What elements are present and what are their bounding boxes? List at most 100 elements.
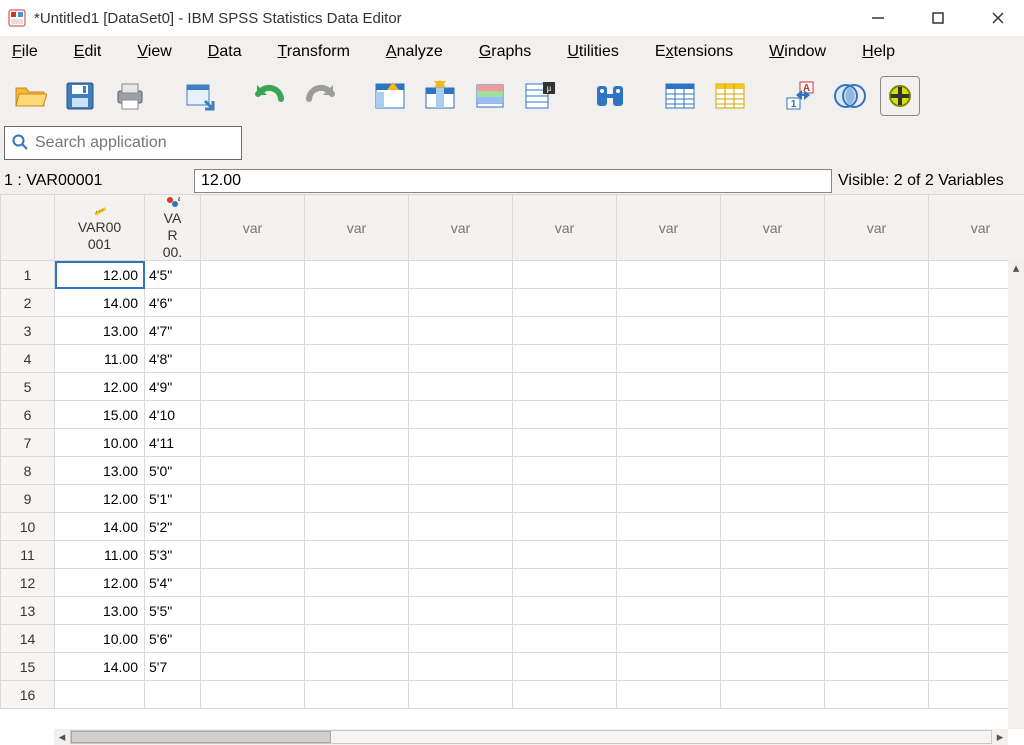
recall-dialog-button[interactable] <box>180 76 220 116</box>
empty-cell[interactable] <box>617 457 721 485</box>
row-number[interactable]: 4 <box>1 345 55 373</box>
empty-cell[interactable] <box>721 569 825 597</box>
empty-cell[interactable] <box>513 345 617 373</box>
column-header-var00001[interactable]: VAR00 001 <box>55 195 145 261</box>
empty-cell[interactable] <box>825 345 929 373</box>
empty-cell[interactable] <box>513 289 617 317</box>
cell-var00001[interactable]: 12.00 <box>55 261 145 289</box>
empty-cell[interactable] <box>305 373 409 401</box>
empty-cell[interactable] <box>305 401 409 429</box>
empty-cell[interactable] <box>617 289 721 317</box>
cell-var00[interactable]: 5'6" <box>145 625 201 653</box>
vertical-scrollbar[interactable]: ▴ <box>1008 260 1024 729</box>
empty-cell[interactable] <box>721 457 825 485</box>
empty-cell[interactable] <box>305 261 409 289</box>
empty-cell[interactable] <box>721 653 825 681</box>
empty-cell[interactable] <box>305 569 409 597</box>
value-labels-button[interactable]: A1 <box>780 76 820 116</box>
empty-cell[interactable] <box>721 401 825 429</box>
empty-cell[interactable] <box>305 457 409 485</box>
row-number[interactable]: 15 <box>1 653 55 681</box>
empty-cell[interactable] <box>617 597 721 625</box>
cell-var00001[interactable]: 12.00 <box>55 373 145 401</box>
empty-cell[interactable] <box>617 681 721 709</box>
empty-cell[interactable] <box>409 373 513 401</box>
empty-cell[interactable] <box>721 625 825 653</box>
empty-cell[interactable] <box>201 597 305 625</box>
cell-var00[interactable]: 4'11 <box>145 429 201 457</box>
empty-cell[interactable] <box>617 625 721 653</box>
empty-cell[interactable] <box>513 261 617 289</box>
empty-cell[interactable] <box>825 457 929 485</box>
empty-cell[interactable] <box>305 317 409 345</box>
empty-cell[interactable] <box>721 681 825 709</box>
cell-var00001[interactable]: 13.00 <box>55 457 145 485</box>
cell-var00[interactable] <box>145 681 201 709</box>
column-header-empty[interactable]: var <box>929 195 1024 261</box>
empty-cell[interactable] <box>409 345 513 373</box>
search-input[interactable] <box>35 134 242 152</box>
empty-cell[interactable] <box>825 681 929 709</box>
cell-var00[interactable]: 4'5" <box>145 261 201 289</box>
row-number[interactable]: 10 <box>1 513 55 541</box>
menu-graphs[interactable]: Graphs <box>475 41 535 63</box>
empty-cell[interactable] <box>617 345 721 373</box>
empty-cell[interactable] <box>201 401 305 429</box>
scroll-left-arrow-icon[interactable]: ◂ <box>54 730 70 744</box>
column-header-empty[interactable]: var <box>201 195 305 261</box>
empty-cell[interactable] <box>201 457 305 485</box>
column-header-empty[interactable]: var <box>617 195 721 261</box>
empty-cell[interactable] <box>305 681 409 709</box>
empty-cell[interactable] <box>305 541 409 569</box>
empty-cell[interactable] <box>305 289 409 317</box>
cell-var00[interactable]: 5'2" <box>145 513 201 541</box>
print-button[interactable] <box>110 76 150 116</box>
column-header-empty[interactable]: var <box>305 195 409 261</box>
customize-toolbar-button[interactable] <box>880 76 920 116</box>
empty-cell[interactable] <box>721 345 825 373</box>
cell-var00001[interactable]: 13.00 <box>55 317 145 345</box>
cell-var00001[interactable]: 14.00 <box>55 289 145 317</box>
cell-var00[interactable]: 5'0" <box>145 457 201 485</box>
find-button[interactable] <box>590 76 630 116</box>
empty-cell[interactable] <box>825 429 929 457</box>
empty-cell[interactable] <box>201 261 305 289</box>
menu-window[interactable]: Window <box>765 41 830 63</box>
split-file-button[interactable] <box>660 76 700 116</box>
empty-cell[interactable] <box>721 317 825 345</box>
goto-variable-button[interactable] <box>420 76 460 116</box>
empty-cell[interactable] <box>409 541 513 569</box>
empty-cell[interactable] <box>513 681 617 709</box>
column-header-var00[interactable]: a VA R 00. <box>145 195 201 261</box>
empty-cell[interactable] <box>825 653 929 681</box>
empty-cell[interactable] <box>513 513 617 541</box>
cell-var00001[interactable]: 12.00 <box>55 569 145 597</box>
scroll-right-arrow-icon[interactable]: ▸ <box>992 730 1008 744</box>
weight-cases-button[interactable] <box>710 76 750 116</box>
undo-button[interactable] <box>250 76 290 116</box>
empty-cell[interactable] <box>201 429 305 457</box>
menu-help[interactable]: Help <box>858 41 899 63</box>
cell-var00001[interactable] <box>55 681 145 709</box>
empty-cell[interactable] <box>825 597 929 625</box>
empty-cell[interactable] <box>721 261 825 289</box>
open-button[interactable] <box>10 76 50 116</box>
empty-cell[interactable] <box>201 513 305 541</box>
data-grid[interactable]: VAR00 001 a VA R 00. var var <box>0 194 1024 745</box>
empty-cell[interactable] <box>513 597 617 625</box>
empty-cell[interactable] <box>825 485 929 513</box>
empty-cell[interactable] <box>409 653 513 681</box>
empty-cell[interactable] <box>825 317 929 345</box>
empty-cell[interactable] <box>617 401 721 429</box>
empty-cell[interactable] <box>409 289 513 317</box>
empty-cell[interactable] <box>201 653 305 681</box>
row-number[interactable]: 11 <box>1 541 55 569</box>
empty-cell[interactable] <box>201 625 305 653</box>
cell-var00[interactable]: 5'1" <box>145 485 201 513</box>
empty-cell[interactable] <box>617 317 721 345</box>
close-button[interactable] <box>986 6 1010 30</box>
cell-var00001[interactable]: 11.00 <box>55 345 145 373</box>
empty-cell[interactable] <box>825 569 929 597</box>
empty-cell[interactable] <box>825 261 929 289</box>
empty-cell[interactable] <box>409 261 513 289</box>
